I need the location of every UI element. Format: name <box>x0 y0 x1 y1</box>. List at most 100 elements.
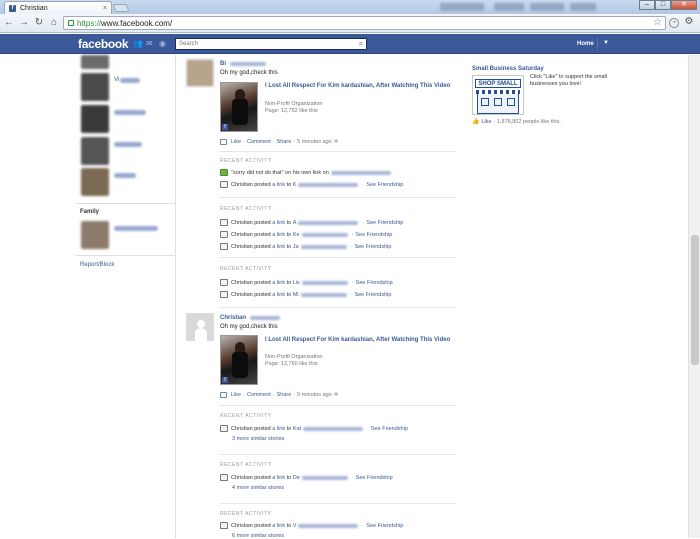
post-author-avatar[interactable] <box>186 59 214 87</box>
search-input[interactable]: Search ⌕ <box>175 38 367 50</box>
close-window-button[interactable]: ✕ <box>671 0 697 10</box>
like-link[interactable]: Like <box>231 139 241 145</box>
activity-recipient[interactable]: Ja <box>293 244 299 250</box>
scrollbar-thumb[interactable] <box>691 235 699 365</box>
report-block-link[interactable]: Report/Block <box>80 262 114 268</box>
activity-recipient[interactable]: Kat <box>293 426 301 432</box>
link-thumbnail[interactable]: f <box>220 335 258 385</box>
activity-recipient[interactable]: Mi <box>293 292 299 298</box>
more-similar-stories-link[interactable]: 4 more similar stories <box>232 485 284 491</box>
maximize-button[interactable]: □ <box>655 0 671 10</box>
search-icon[interactable]: ⌕ <box>356 39 366 49</box>
activity-recipient[interactable]: V <box>293 523 297 529</box>
activity-link[interactable]: a link <box>272 292 285 298</box>
activity-link[interactable]: a link <box>272 220 285 226</box>
address-bar[interactable]: https://www.facebook.com/ ☆ <box>63 16 666 30</box>
see-friendship-link[interactable]: See Friendship <box>356 280 393 286</box>
recipient-blurred[interactable] <box>298 523 359 528</box>
friend-avatar[interactable] <box>81 105 109 133</box>
recipient-blurred[interactable] <box>300 244 347 249</box>
activity-link[interactable]: a link <box>272 232 285 238</box>
blurred-toolbar-item[interactable] <box>570 3 596 11</box>
see-friendship-link[interactable]: See Friendship <box>366 220 403 226</box>
activity-link[interactable]: a link <box>272 280 285 286</box>
gear-icon[interactable]: ✲ <box>334 392 339 398</box>
friend-name-blurred[interactable] <box>114 110 146 115</box>
recipient-blurred[interactable] <box>301 280 348 285</box>
tab-close-icon[interactable]: × <box>103 5 107 12</box>
share-link[interactable]: Share <box>277 392 292 398</box>
forward-arrow-icon[interactable]: → <box>18 17 30 29</box>
messages-icon[interactable]: ✉ <box>146 40 154 48</box>
facebook-logo[interactable]: facebook <box>78 37 129 51</box>
activity-link[interactable]: a link <box>272 426 285 432</box>
bookmark-star-icon[interactable]: ☆ <box>653 17 662 28</box>
recipient-blurred[interactable] <box>301 232 348 237</box>
activity-link[interactable]: a link <box>272 475 285 481</box>
see-friendship-link[interactable]: See Friendship <box>355 232 392 238</box>
blurred-toolbar-item[interactable] <box>494 3 524 11</box>
activity-recipient[interactable]: De <box>293 475 300 481</box>
post-author-avatar[interactable] <box>186 313 214 342</box>
family-avatar[interactable] <box>81 221 109 249</box>
wrench-icon[interactable]: ⚙ <box>683 16 695 28</box>
friend-avatar[interactable] <box>81 55 109 69</box>
friend-requests-icon[interactable]: 👥 <box>133 40 143 48</box>
activity-recipient[interactable]: A <box>293 220 297 226</box>
reload-icon[interactable]: ↻ <box>33 17 45 29</box>
share-link[interactable]: Share <box>277 139 292 145</box>
more-similar-stories-link[interactable]: 6 more similar stories <box>232 533 284 539</box>
extension-icon[interactable]: ◔ <box>669 18 679 28</box>
friend-avatar[interactable] <box>81 137 109 165</box>
family-name-blurred[interactable] <box>114 226 158 231</box>
friend-name-blurred[interactable] <box>120 78 140 83</box>
activity-link[interactable]: a link <box>272 182 285 188</box>
comment-link[interactable]: Comment <box>247 392 271 398</box>
recipient-blurred[interactable] <box>303 426 364 431</box>
tab-christian[interactable]: f Christian × <box>4 1 112 14</box>
home-link[interactable]: Home <box>577 41 594 47</box>
see-friendship-link[interactable]: See Friendship <box>371 426 408 432</box>
see-friendship-link[interactable]: See Friendship <box>354 292 391 298</box>
link-title[interactable]: I Lost All Respect For Kim kardashian, A… <box>265 337 455 344</box>
ad-image[interactable]: SHOP SMALL <box>472 75 524 115</box>
friend-avatar[interactable] <box>81 73 109 101</box>
home-icon[interactable]: ⌂ <box>48 17 60 29</box>
activity-recipient[interactable]: Lis <box>293 280 300 286</box>
comment-link[interactable]: Comment <box>247 139 271 145</box>
friend-name[interactable]: Vi <box>114 77 119 83</box>
activity-recipient[interactable]: K <box>293 182 297 188</box>
blurred-toolbar-item[interactable] <box>530 3 564 11</box>
activity-recipient[interactable]: Ke <box>293 232 300 238</box>
activity-target-blurred[interactable] <box>330 170 391 175</box>
activity-link[interactable]: a link <box>272 523 285 529</box>
post-author[interactable]: Christian <box>220 315 246 321</box>
ad-like-link[interactable]: Like <box>481 119 491 125</box>
friend-name-blurred[interactable] <box>114 173 136 178</box>
see-friendship-link[interactable]: See Friendship <box>354 244 391 250</box>
back-arrow-icon[interactable]: ← <box>3 17 15 29</box>
page-scrollbar[interactable] <box>688 55 700 538</box>
friend-avatar[interactable] <box>81 168 109 196</box>
new-tab-button[interactable] <box>112 4 130 12</box>
notifications-icon[interactable]: ◉ <box>159 40 167 48</box>
recipient-blurred[interactable] <box>300 292 347 297</box>
link-title[interactable]: I Lost All Respect For Kim kardashian, A… <box>265 83 455 90</box>
recipient-blurred[interactable] <box>301 475 348 480</box>
recipient-blurred[interactable] <box>298 182 359 187</box>
link-thumbnail[interactable]: f <box>220 82 258 132</box>
see-friendship-link[interactable]: See Friendship <box>366 182 403 188</box>
see-friendship-link[interactable]: See Friendship <box>366 523 403 529</box>
activity-link[interactable]: a link <box>272 244 285 250</box>
see-friendship-link[interactable]: See Friendship <box>356 475 393 481</box>
friend-name-blurred[interactable] <box>114 142 142 147</box>
blurred-toolbar-item[interactable] <box>440 3 484 11</box>
more-similar-stories-link[interactable]: 3 more similar stories <box>232 436 284 442</box>
like-link[interactable]: Like <box>231 392 241 398</box>
minimize-button[interactable]: – <box>639 0 655 10</box>
post-author[interactable]: Bi <box>220 61 226 67</box>
gear-icon[interactable]: ✲ <box>334 139 339 145</box>
recipient-blurred[interactable] <box>298 220 359 225</box>
ad-title[interactable]: Small Business Saturday <box>472 66 544 72</box>
account-menu-arrow-icon[interactable]: ▼ <box>603 40 609 46</box>
